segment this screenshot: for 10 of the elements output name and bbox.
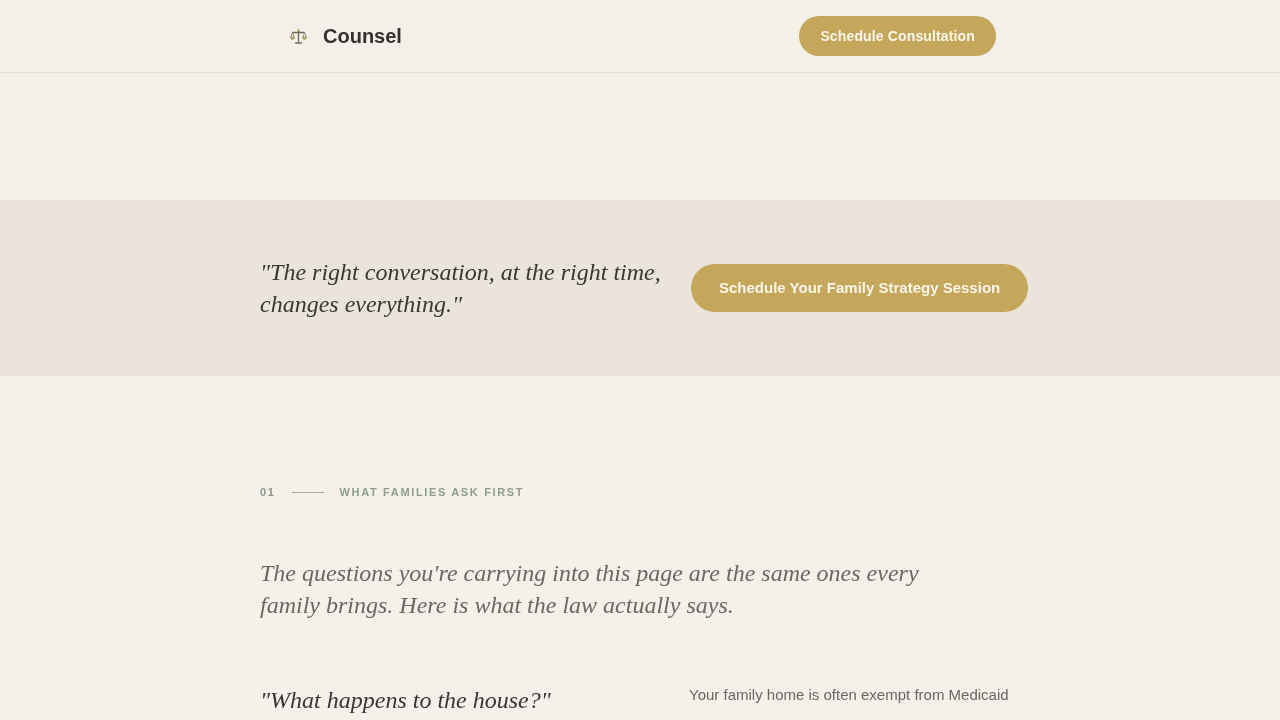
schedule-consultation-button[interactable]: Schedule Consultation	[799, 16, 996, 56]
intro-text: The questions you're carrying into this page are the same ones every family brings. Here is what the law actually says.	[260, 559, 920, 620]
brand-name[interactable]: Counsel	[323, 24, 402, 48]
section-eyebrow: WHAT FAMILIES ASK FIRST	[339, 485, 525, 500]
quote-text: "The right conversation, at the right time, changes everything."	[260, 258, 662, 319]
strategy-session-button[interactable]: Schedule Your Family Strategy Session	[691, 264, 1029, 312]
section-number: 01	[260, 485, 276, 500]
faq-question: "What happens to the house?"	[260, 687, 552, 713]
faq-answer: Your family home is often exempt from Medicaid	[689, 685, 1009, 705]
scales-icon	[290, 27, 307, 45]
